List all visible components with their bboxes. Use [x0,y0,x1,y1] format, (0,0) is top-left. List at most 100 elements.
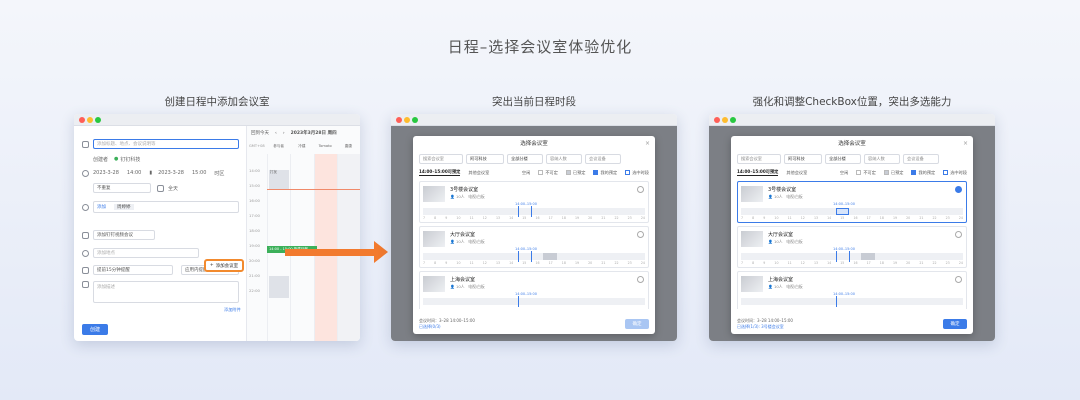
room-list: 3号楼会议室 👤 10人 电视/白板 14:00–15:00 7 8 9 10 11 12… [737,181,967,309]
dialog-footer: 会议时间：3–28 14:00–15:00 已选择(0/3) [419,318,475,330]
minimize-dot-icon[interactable] [87,117,93,123]
title-input[interactable]: 添加标题、地点、会议说明等 [93,139,239,149]
dialog-footer: 会议时间：3–28 14:00–15:00 已选择(1/3): 3号楼会议室 [737,318,793,330]
close-icon[interactable]: × [963,136,968,152]
confirm-button[interactable]: 确定 [943,319,967,329]
room-meta: 👤 10人 电视/白板 [450,239,485,244]
dialog-title: 选择会议室 × [413,136,655,152]
tab-available[interactable]: 14:00–15:00可预定 [737,169,779,176]
participant-chip[interactable]: 周婷婷 [114,204,134,210]
column-header: 参与者 [273,144,285,148]
room-thumbnail [741,231,763,247]
room-item[interactable]: 3号楼会议室 👤 10人 电视/白板 14:00–15:00 7 8 9 10 11 12… [419,181,649,223]
room-name: 大厅会议室 [768,232,794,238]
capacity-input[interactable]: 容纳人数 [546,154,582,164]
room-item[interactable]: 上海会议室 👤 10人 电视/白板 14:00–15:00 [737,271,967,309]
end-date[interactable]: 2023-3-28 [158,170,184,176]
maximize-dot-icon[interactable] [95,117,101,123]
room-thumbnail [741,276,763,292]
room-checkbox[interactable] [955,231,962,238]
room-checkbox-checked[interactable] [955,186,962,193]
close-dot-icon[interactable] [79,117,85,123]
next-icon[interactable]: › [283,131,285,136]
room-item[interactable]: 上海会议室 👤 10人 电视/白板 14:00–15:00 [419,271,649,309]
room-item[interactable]: 大厅会议室 👤 10人 电视/白板 14:00–15:00 7 8 9 10 11 12 1… [737,226,967,268]
confirm-button[interactable]: 确定 [625,319,649,329]
selected-count-link[interactable]: 已选择(0/3) [419,324,475,330]
creator-name[interactable]: 钉钉科技 [120,156,140,163]
maximize-dot-icon[interactable] [412,117,418,123]
description-input[interactable]: 添加描述 [93,281,239,303]
room-timeline[interactable]: 14:00–15:00 [423,292,645,307]
creator-label: 创建者 [93,156,109,163]
search-input[interactable]: 搜索会议室 [419,154,463,164]
window-titlebar [74,114,360,126]
timezone-button[interactable]: 时区 [214,170,224,177]
room-item[interactable]: 大厅会议室 👤 10人 电视/白板 14:00–15:00 7 8 9 10 11 12 1… [419,226,649,268]
room-timeline[interactable]: 14:00–15:00 [423,247,645,262]
arrow-bar [285,249,375,256]
room-timeline[interactable]: 14:00–15:00 [741,247,963,262]
device-select[interactable]: 会议设备 [903,154,939,164]
add-room-button[interactable]: + 添加会议室 [204,259,244,272]
minimize-dot-icon[interactable] [722,117,728,123]
room-name: 上海会议室 [768,277,794,283]
tab-available[interactable]: 14:00–15:00可预定 [419,169,461,176]
calendar-column[interactable] [336,154,360,341]
room-timeline[interactable]: 14:00–15:00 [741,202,963,215]
close-dot-icon[interactable] [396,117,402,123]
location-input[interactable]: 添加地点 [93,248,199,258]
add-attachment-link[interactable]: 添加附件 [224,307,241,313]
person-icon: 👤 [768,194,773,199]
add-participant-button[interactable]: 添加 [97,204,106,210]
bell-icon [82,266,89,274]
org-select[interactable]: 阿可科技 [784,154,822,164]
room-meta: 👤 10人 电视/白板 [768,239,803,244]
reminder-select[interactable]: 提前15分钟提醒 [93,265,173,275]
org-select[interactable]: 阿可科技 [466,154,504,164]
plus-icon: + [209,263,214,268]
minimize-dot-icon[interactable] [404,117,410,123]
section-title-3: 强化和调整CheckBox位置，突出多选能力 [752,96,952,108]
create-button[interactable]: 创建 [82,324,108,335]
device-select[interactable]: 会议设备 [585,154,621,164]
time-label: 17:00 [249,213,260,218]
participants-field[interactable]: 添加 周婷婷 [93,201,239,213]
room-list: 3号楼会议室 👤 10人 电视/白板 14:00–15:00 7 8 9 10 11 12… [419,181,649,309]
today-button[interactable]: 回到今天 [251,130,269,136]
video-icon [82,231,89,239]
repeat-select[interactable]: 不重复 [93,183,151,193]
prev-icon[interactable]: ‹ [275,131,277,136]
start-time[interactable]: 14:00 [127,170,141,176]
filter-bar: 搜索会议室 阿可科技 全部分楼 容纳人数 会议设备 [419,154,649,164]
maximize-dot-icon[interactable] [730,117,736,123]
room-checkbox[interactable] [637,231,644,238]
video-meeting-button[interactable]: 添加钉钉视频会议 [93,230,155,240]
calendar-event[interactable] [269,276,290,298]
timeline-ticks: 7 8 9 10 11 12 13 14 15 16 17 18 19 20 21 22 23 24 [741,261,963,265]
end-time[interactable]: 15:00 [192,170,206,176]
room-checkbox[interactable] [637,186,644,193]
room-thumbnail [423,231,445,247]
room-item-selected[interactable]: 3号楼会议室 👤 10人 电视/白板 14:00–15:00 7 8 9 10 11 12… [737,181,967,223]
start-date[interactable]: 2023-3-28 [93,170,119,176]
building-select[interactable]: 全部分楼 [825,154,861,164]
checkbox-icon[interactable] [157,184,164,192]
building-select[interactable]: 全部分楼 [507,154,543,164]
room-checkbox[interactable] [955,276,962,283]
tz-label: GMT+08 [249,144,265,148]
room-timeline[interactable]: 14:00–15:00 [741,292,963,307]
legend-unavailable: 不可定 [856,170,876,176]
tab-other[interactable]: 其他会议室 [786,170,807,176]
legend-free: 空闲 [839,169,849,175]
close-dot-icon[interactable] [714,117,720,123]
tab-other[interactable]: 其他会议室 [468,170,489,176]
search-input[interactable]: 搜索会议室 [737,154,781,164]
selected-count-link[interactable]: 已选择(1/3): 3号楼会议室 [737,324,793,330]
room-timeline[interactable]: 14:00–15:00 [423,202,645,217]
room-checkbox[interactable] [637,276,644,283]
close-icon[interactable]: × [645,136,650,152]
capacity-input[interactable]: 容纳人数 [864,154,900,164]
calendar-event[interactable]: 打扰 [269,170,290,190]
column-header: Tomato [318,144,332,148]
